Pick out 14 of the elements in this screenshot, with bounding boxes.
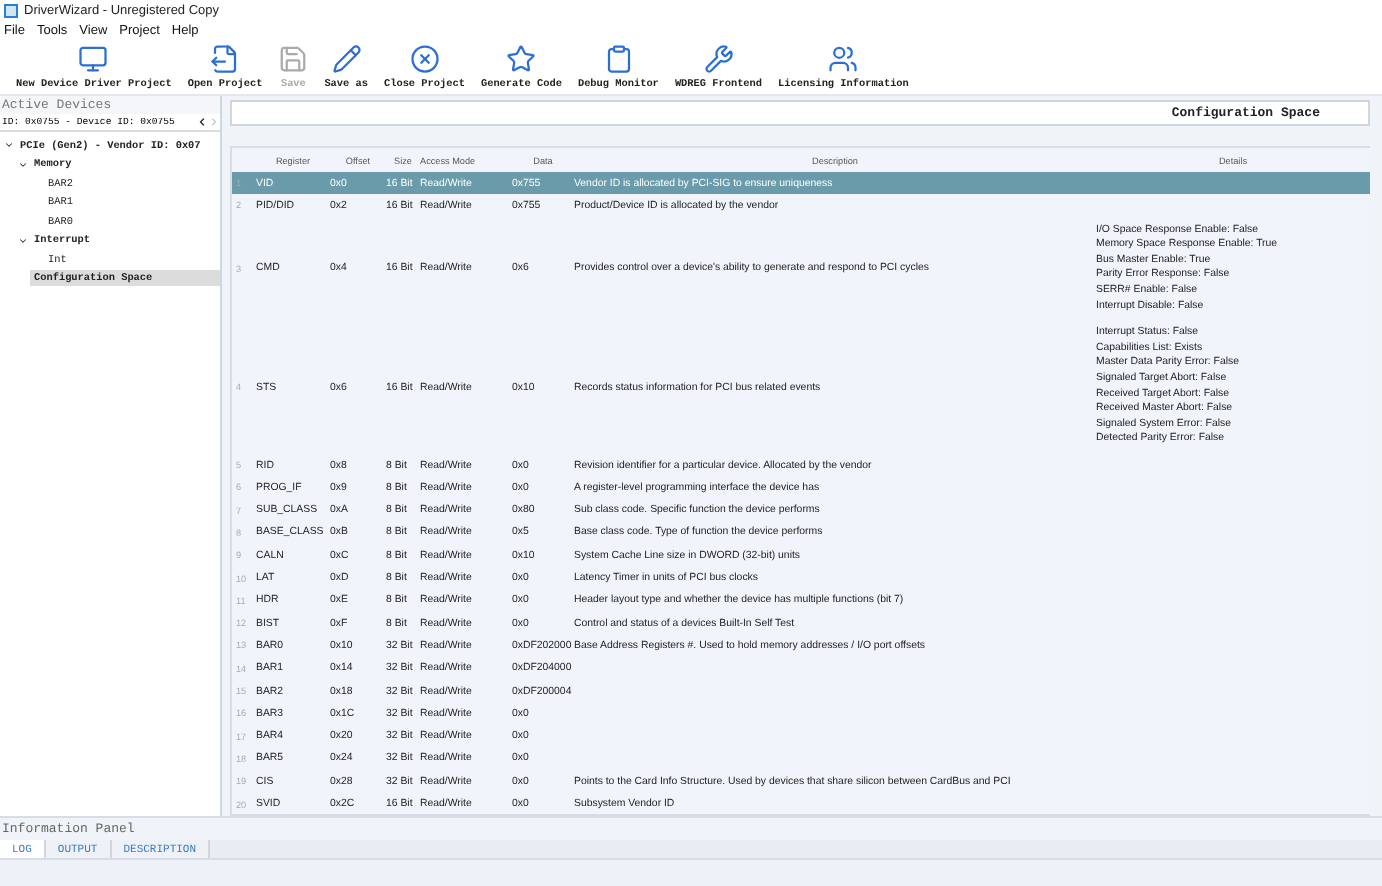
chevron-icon[interactable] — [4, 140, 14, 151]
monitor-icon — [78, 44, 109, 74]
scroll-left-icon[interactable] — [196, 116, 208, 128]
chevron-icon[interactable] — [18, 159, 28, 170]
users-icon — [828, 44, 859, 74]
file-arrow-icon — [210, 44, 240, 74]
wrench-icon — [703, 44, 734, 74]
close-icon — [409, 44, 440, 74]
star-icon — [506, 44, 537, 74]
clipboard-icon — [603, 44, 634, 74]
app-icon — [4, 3, 18, 17]
save-icon — [278, 44, 309, 74]
pencil-icon — [331, 44, 362, 74]
chevron-icon[interactable] — [18, 235, 28, 246]
